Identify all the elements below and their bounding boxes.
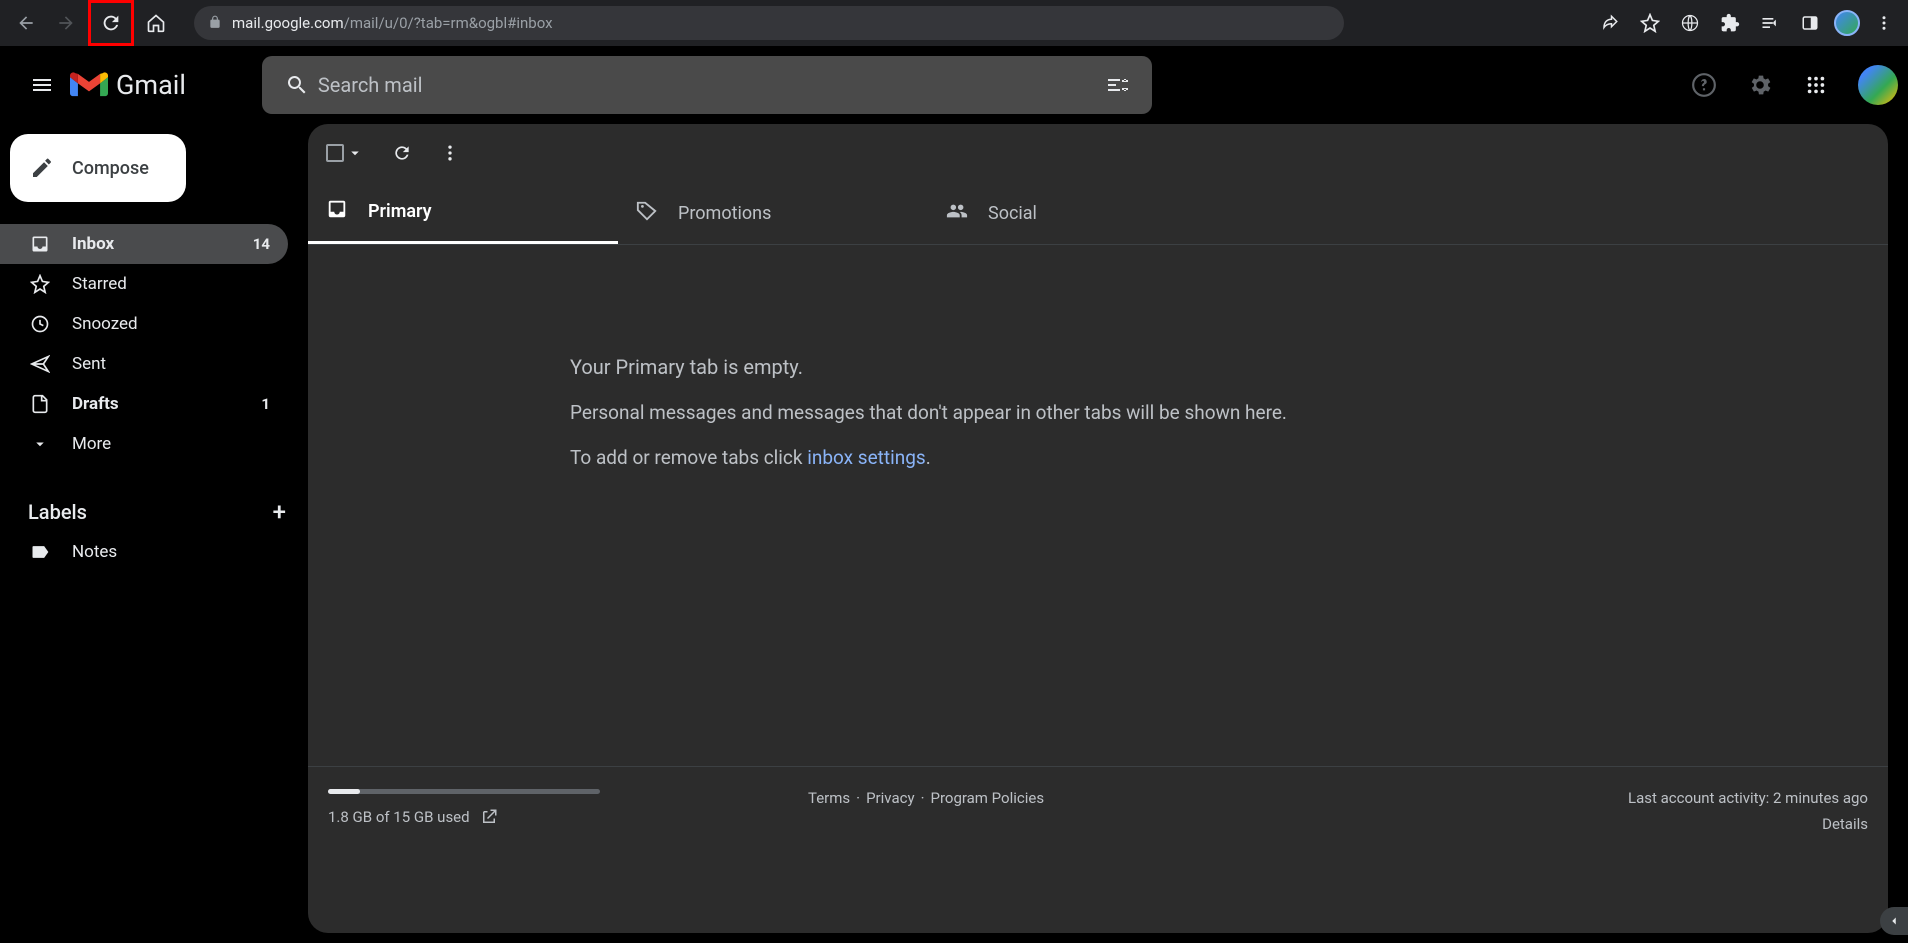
add-label-button[interactable]: + (273, 498, 286, 526)
empty-settings-line: To add or remove tabs click inbox settin… (570, 446, 1888, 469)
browser-chrome-bar: mail.google.com/mail/u/0/?tab=rm&ogbl#in… (0, 0, 1908, 46)
category-tabs: Primary Promotions Social (308, 182, 1888, 245)
search-bar[interactable] (262, 56, 1152, 114)
tab-promotions[interactable]: Promotions (618, 182, 928, 244)
profile-avatar-small[interactable] (1834, 10, 1860, 36)
gmail-logo-icon (70, 70, 108, 100)
footer: 1.8 GB of 15 GB used Terms · Privacy · P… (308, 766, 1888, 933)
sidebar-item-drafts[interactable]: Drafts 1 (0, 384, 288, 424)
inbox-icon (326, 198, 348, 225)
sidebar-item-label: More (72, 434, 111, 454)
browser-address-bar[interactable]: mail.google.com/mail/u/0/?tab=rm&ogbl#in… (194, 6, 1344, 40)
browser-reload-button[interactable] (93, 5, 129, 41)
support-icon[interactable] (1682, 63, 1726, 107)
sidebar-item-label: Starred (72, 274, 127, 294)
media-icon[interactable] (1754, 7, 1786, 39)
browser-actions (1594, 7, 1900, 39)
details-link[interactable]: Details (1822, 815, 1868, 833)
browser-menu-icon[interactable] (1868, 7, 1900, 39)
dropdown-arrow-icon[interactable] (346, 144, 364, 162)
main-content: Primary Promotions Social Your Primary t… (308, 124, 1888, 933)
storage-text: 1.8 GB of 15 GB used (328, 808, 470, 826)
privacy-link[interactable]: Privacy (866, 789, 914, 833)
empty-heading: Your Primary tab is empty. (570, 355, 1888, 379)
search-icon[interactable] (276, 73, 318, 97)
tab-primary[interactable]: Primary (308, 182, 618, 244)
inbox-icon (30, 234, 50, 254)
sidebar: Compose Inbox 14 Starred Snoozed Sent Dr… (0, 124, 308, 943)
tab-label: Primary (368, 201, 432, 222)
share-icon[interactable] (1594, 7, 1626, 39)
label-icon (30, 542, 50, 562)
compose-label: Compose (72, 158, 149, 179)
labels-header: Labels + (0, 492, 308, 532)
send-icon (30, 354, 50, 374)
footer-activity: Last account activity: 2 minutes ago Det… (1628, 789, 1868, 833)
gmail-header: Gmail (0, 46, 1908, 124)
tab-label: Social (988, 203, 1037, 224)
sidebar-item-snoozed[interactable]: Snoozed (0, 304, 288, 344)
extensions-icon[interactable] (1714, 7, 1746, 39)
policies-link[interactable]: Program Policies (930, 789, 1044, 833)
apps-grid-icon[interactable] (1794, 63, 1838, 107)
pencil-icon (30, 156, 54, 180)
sidebar-item-label: Snoozed (72, 314, 138, 334)
gmail-wordmark: Gmail (116, 69, 186, 101)
sidebar-item-label: Sent (72, 354, 106, 374)
terms-link[interactable]: Terms (808, 789, 850, 833)
empty-description: Personal messages and messages that don'… (570, 401, 1888, 424)
search-input[interactable] (318, 73, 1096, 97)
reload-button-highlight (88, 0, 134, 46)
people-icon (946, 200, 968, 227)
lock-icon (208, 15, 222, 32)
sidebar-item-more[interactable]: More (0, 424, 288, 464)
empty-primary-message: Your Primary tab is empty. Personal mess… (308, 245, 1888, 766)
sidebar-item-label: Notes (72, 542, 117, 562)
gmail-logo[interactable]: Gmail (70, 69, 186, 101)
account-avatar[interactable] (1858, 65, 1898, 105)
browser-back-button[interactable] (8, 5, 44, 41)
compose-button[interactable]: Compose (10, 134, 186, 202)
sidebar-label-notes[interactable]: Notes (0, 532, 288, 572)
inbox-settings-link[interactable]: inbox settings (807, 446, 925, 469)
tab-label: Promotions (678, 203, 771, 224)
sidebar-item-starred[interactable]: Starred (0, 264, 288, 304)
sidebar-item-sent[interactable]: Sent (0, 344, 288, 384)
tab-social[interactable]: Social (928, 182, 1238, 244)
chevron-down-icon (30, 435, 50, 453)
sidepanel-icon[interactable] (1794, 7, 1826, 39)
labels-title: Labels (28, 500, 87, 524)
sidebar-item-label: Inbox (72, 234, 114, 254)
mail-toolbar (308, 124, 1888, 182)
sidebar-item-inbox[interactable]: Inbox 14 (0, 224, 288, 264)
main-menu-button[interactable] (18, 61, 66, 109)
search-options-icon[interactable] (1096, 73, 1138, 97)
browser-home-button[interactable] (138, 5, 174, 41)
globe-icon[interactable] (1674, 7, 1706, 39)
url-text: mail.google.com/mail/u/0/?tab=rm&ogbl#in… (232, 14, 553, 32)
activity-text: Last account activity: 2 minutes ago (1628, 789, 1868, 807)
side-panel-toggle[interactable] (1880, 907, 1908, 935)
settings-gear-icon[interactable] (1738, 63, 1782, 107)
more-actions-button[interactable] (430, 133, 470, 173)
browser-forward-button[interactable] (48, 5, 84, 41)
storage-progress-bar (328, 789, 600, 794)
tag-icon (636, 200, 658, 227)
clock-icon (30, 314, 50, 334)
sidebar-item-label: Drafts (72, 394, 119, 414)
footer-links: Terms · Privacy · Program Policies (808, 789, 1044, 833)
refresh-button[interactable] (382, 133, 422, 173)
bookmark-star-icon[interactable] (1634, 7, 1666, 39)
select-all-checkbox[interactable] (326, 144, 364, 162)
drafts-count: 1 (261, 395, 270, 413)
storage-section: 1.8 GB of 15 GB used (328, 789, 808, 833)
inbox-count: 14 (253, 235, 270, 253)
file-icon (30, 394, 50, 414)
open-external-icon[interactable] (480, 808, 498, 826)
star-icon (30, 274, 50, 294)
